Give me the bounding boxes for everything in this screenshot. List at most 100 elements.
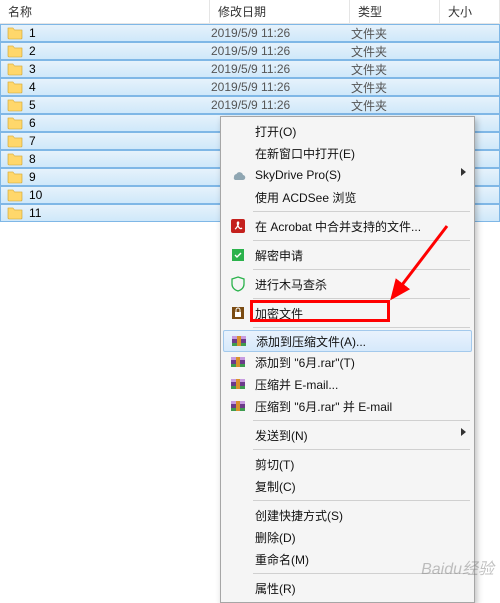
menu-item-label: 使用 ACDSee 浏览 (255, 189, 454, 206)
menu-item[interactable]: 添加到 "6月.rar"(T) (223, 351, 472, 373)
menu-item[interactable]: 在 Acrobat 中合并支持的文件... (223, 215, 472, 237)
menu-item[interactable]: 解密申请 (223, 244, 472, 266)
rar-icon (229, 354, 247, 370)
submenu-arrow-icon (461, 428, 466, 436)
column-header-row: 名称 修改日期 类型 大小 (0, 0, 500, 24)
menu-icon-empty (229, 189, 247, 205)
file-name: 2 (29, 44, 211, 58)
file-date: 2019/5/9 11:26 (211, 62, 351, 76)
shield-outline-icon (229, 276, 247, 292)
file-name: 1 (29, 26, 211, 40)
submenu-arrow-icon (461, 168, 466, 176)
folder-icon (7, 25, 23, 41)
lock-icon (229, 305, 247, 321)
rar-icon (229, 398, 247, 414)
folder-icon (7, 169, 23, 185)
file-type: 文件夹 (351, 61, 441, 78)
menu-item[interactable]: 使用 ACDSee 浏览 (223, 186, 472, 208)
rar-icon (230, 333, 248, 349)
file-type: 文件夹 (351, 97, 441, 114)
menu-separator (253, 327, 470, 328)
menu-item-label: 删除(D) (255, 529, 454, 546)
folder-icon (7, 151, 23, 167)
column-header-name[interactable]: 名称 (0, 0, 210, 23)
menu-item-label: 在 Acrobat 中合并支持的文件... (255, 218, 454, 235)
shield-green-icon (229, 247, 247, 263)
column-header-type[interactable]: 类型 (350, 0, 440, 23)
context-menu: 打开(O) 在新窗口中打开(E) SkyDrive Pro(S) 使用 ACDSee … (220, 116, 475, 603)
menu-item[interactable]: 在新窗口中打开(E) (223, 142, 472, 164)
menu-icon-empty (229, 551, 247, 567)
menu-item[interactable]: 剪切(T) (223, 453, 472, 475)
file-name: 4 (29, 80, 211, 94)
menu-icon-empty (229, 478, 247, 494)
menu-item[interactable]: 压缩到 "6月.rar" 并 E-mail (223, 395, 472, 417)
menu-item-label: 添加到压缩文件(A)... (256, 333, 453, 350)
folder-icon (7, 97, 23, 113)
menu-item[interactable]: 加密文件 (223, 302, 472, 324)
table-row[interactable]: 12019/5/9 11:26文件夹 (0, 24, 500, 42)
menu-item-label: 压缩到 "6月.rar" 并 E-mail (255, 398, 454, 415)
menu-separator (253, 211, 470, 212)
file-name: 8 (29, 152, 211, 166)
table-row[interactable]: 42019/5/9 11:26文件夹 (0, 78, 500, 96)
menu-item-label: 复制(C) (255, 478, 454, 495)
menu-item[interactable]: 创建快捷方式(S) (223, 504, 472, 526)
file-type: 文件夹 (351, 43, 441, 60)
acrobat-icon (229, 218, 247, 234)
menu-separator (253, 298, 470, 299)
skydrive-icon (229, 167, 247, 183)
file-name: 11 (29, 206, 211, 220)
menu-item[interactable]: 重命名(M) (223, 548, 472, 570)
menu-item-label: 加密文件 (255, 305, 454, 322)
menu-item[interactable]: 打开(O) (223, 120, 472, 142)
folder-icon (7, 133, 23, 149)
column-header-date[interactable]: 修改日期 (210, 0, 350, 23)
file-date: 2019/5/9 11:26 (211, 44, 351, 58)
column-header-size[interactable]: 大小 (440, 0, 500, 23)
folder-icon (7, 43, 23, 59)
menu-item-label: 添加到 "6月.rar"(T) (255, 354, 454, 371)
menu-item[interactable]: 压缩并 E-mail... (223, 373, 472, 395)
file-type: 文件夹 (351, 79, 441, 96)
menu-item[interactable]: SkyDrive Pro(S) (223, 164, 472, 186)
menu-separator (253, 449, 470, 450)
menu-icon-empty (229, 123, 247, 139)
menu-item-label: 进行木马查杀 (255, 276, 454, 293)
menu-icon-empty (229, 507, 247, 523)
file-date: 2019/5/9 11:26 (211, 26, 351, 40)
file-type: 文件夹 (351, 25, 441, 42)
rar-icon (229, 376, 247, 392)
menu-item[interactable]: 复制(C) (223, 475, 472, 497)
menu-item[interactable]: 发送到(N) (223, 424, 472, 446)
menu-item-label: 在新窗口中打开(E) (255, 145, 454, 162)
file-name: 6 (29, 116, 211, 130)
file-name: 5 (29, 98, 211, 112)
menu-item-label: SkyDrive Pro(S) (255, 168, 454, 182)
menu-item-label: 打开(O) (255, 123, 454, 140)
file-name: 9 (29, 170, 211, 184)
menu-item[interactable]: 添加到压缩文件(A)... (223, 330, 472, 352)
menu-item[interactable]: 进行木马查杀 (223, 273, 472, 295)
menu-separator (253, 500, 470, 501)
menu-separator (253, 573, 470, 574)
menu-icon-empty (229, 427, 247, 443)
menu-item-label: 剪切(T) (255, 456, 454, 473)
file-date: 2019/5/9 11:26 (211, 98, 351, 112)
menu-icon-empty (229, 580, 247, 596)
menu-item-label: 压缩并 E-mail... (255, 376, 454, 393)
table-row[interactable]: 32019/5/9 11:26文件夹 (0, 60, 500, 78)
menu-item-label: 创建快捷方式(S) (255, 507, 454, 524)
file-name: 3 (29, 62, 211, 76)
file-date: 2019/5/9 11:26 (211, 80, 351, 94)
folder-icon (7, 61, 23, 77)
table-row[interactable]: 22019/5/9 11:26文件夹 (0, 42, 500, 60)
menu-item-label: 解密申请 (255, 247, 454, 264)
menu-icon-empty (229, 456, 247, 472)
menu-item[interactable]: 属性(R) (223, 577, 472, 599)
menu-item[interactable]: 删除(D) (223, 526, 472, 548)
menu-separator (253, 240, 470, 241)
folder-icon (7, 115, 23, 131)
table-row[interactable]: 52019/5/9 11:26文件夹 (0, 96, 500, 114)
menu-item-label: 属性(R) (255, 580, 454, 597)
